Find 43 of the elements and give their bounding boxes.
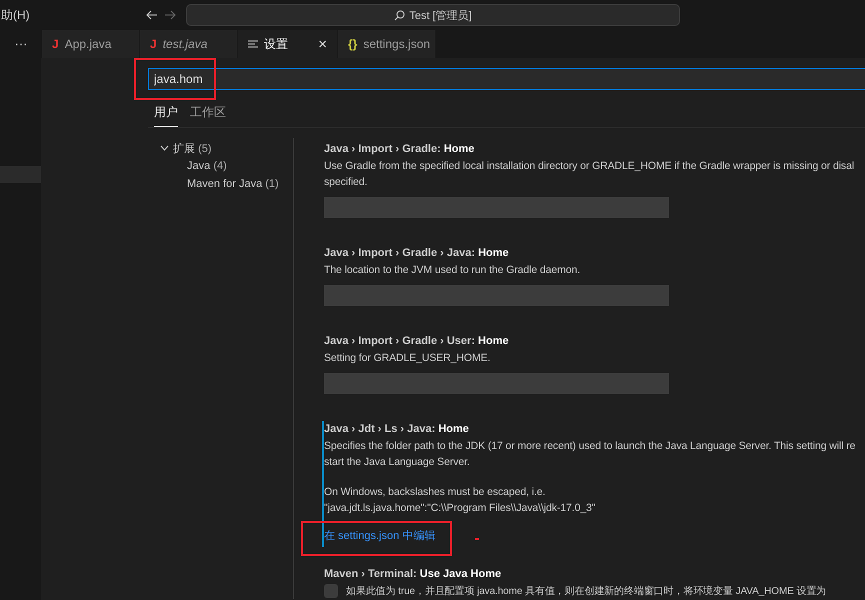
setting-title: Java › Import › Gradle › Java: Home [324, 246, 510, 261]
search-icon [394, 10, 406, 20]
input-field[interactable] [324, 373, 669, 394]
input-field[interactable] [324, 197, 669, 218]
file-type-icon: J [150, 37, 157, 51]
scope-tab[interactable]: 工作区 [190, 102, 226, 127]
tab-label: App.java [64, 37, 112, 51]
editor-tab[interactable]: J test.java [140, 30, 238, 58]
editor-tab[interactable]: J App.java [42, 30, 140, 58]
input-field[interactable] [324, 285, 669, 306]
setting-title: Maven › Terminal: Use Java Home [324, 567, 502, 582]
help-menu[interactable]: 助(H) [0, 6, 146, 24]
setting-title: Java › Jdt › Ls › Java: Home [324, 422, 470, 437]
checkbox[interactable] [324, 584, 338, 598]
setting-title: Java › Import › Gradle: Home [324, 142, 476, 157]
settings-list-icon [248, 40, 258, 48]
annotation-mark [475, 538, 479, 540]
setting-description: Specifies the folder path to the JDK (17 or more recent) used to launch the Java Language Server. This setting will re start the Java Language Server. [324, 439, 856, 470]
tab-label: test.java [162, 37, 208, 51]
setting-description: Use Gradle from the specified local installation directory or GRADLE_HOME if the Gradle wrapper is missing or disal specified. [324, 159, 856, 190]
chevron-icon[interactable] [160, 145, 169, 151]
editor-tab[interactable]: 设置 × [238, 30, 338, 58]
file-type-icon: J [52, 37, 59, 51]
setting-description: On Windows, backslashes must be escaped, i.e. "java.jdt.ls.java.home":"C:\\Program Files\\Java\\jdk-17.0_3" [324, 485, 596, 516]
more-button[interactable]: ··· [0, 30, 42, 58]
scope-tab[interactable]: 用户 [154, 102, 178, 127]
setting-description: 如果此值为 true，并且配置项 java.home 具有值，则在创建新的终端窗口时，将环境变量 JAVA_HOME 设置为 [346, 584, 826, 599]
setting-description: Setting for GRADLE_USER_HOME. [324, 351, 492, 366]
editor-tab[interactable]: {} settings.json [338, 30, 436, 58]
toc-item[interactable]: Maven for Java (1) [148, 175, 293, 193]
toc-item[interactable]: 扩展 (5) [173, 140, 212, 156]
tab-label: 设置 [264, 36, 289, 52]
close-icon[interactable]: × [318, 36, 327, 52]
setting-description: The location to the JVM used to run the Gradle daemon. [324, 263, 582, 278]
toc-item[interactable]: Java (4) [148, 157, 293, 175]
edit-in-settings-link[interactable]: 在 settings.json 中编辑 [324, 528, 436, 543]
tab-label: settings.json [363, 37, 430, 51]
setting-title: Java › Import › Gradle › User: Home [324, 334, 510, 349]
search-field[interactable]: java.hom [148, 68, 865, 90]
forward-icon[interactable] [164, 10, 176, 20]
file-type-icon: {} [348, 37, 358, 51]
back-icon[interactable] [146, 10, 158, 20]
command-center[interactable]: Test [管理员] [186, 4, 680, 26]
